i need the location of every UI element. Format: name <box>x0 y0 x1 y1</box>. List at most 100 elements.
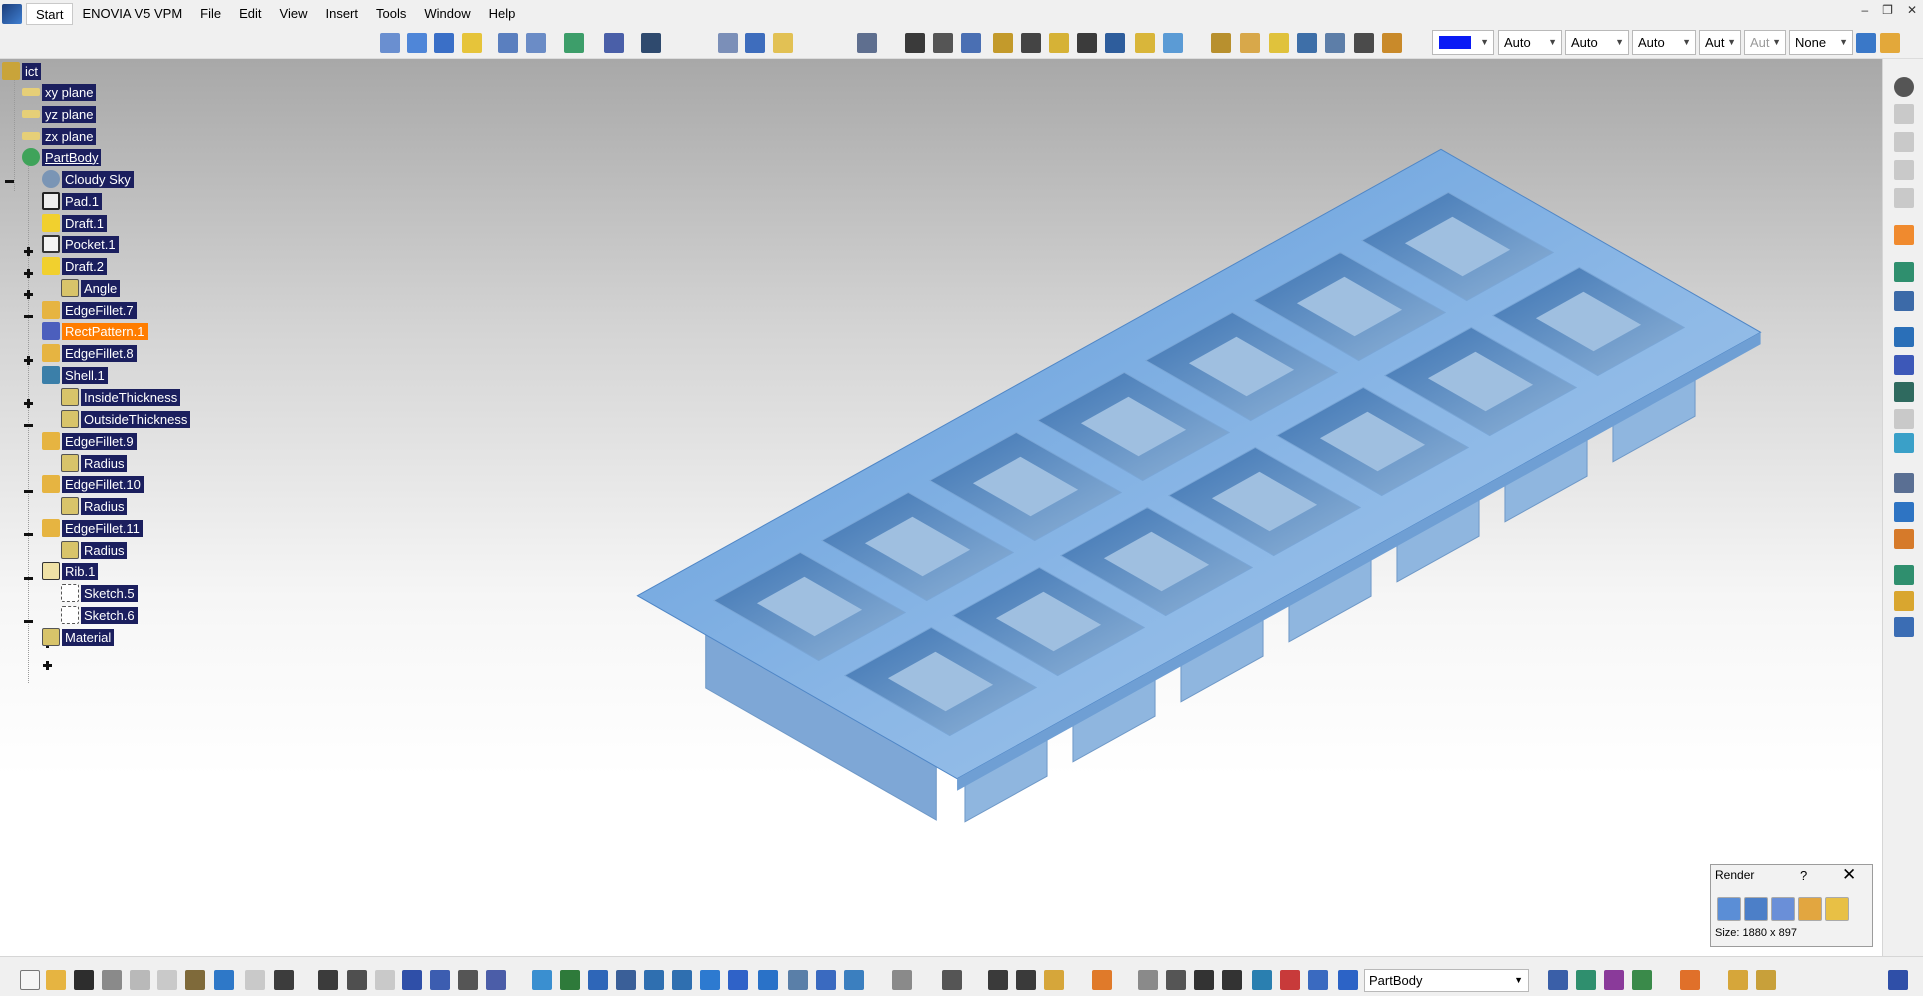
tree-item-xy-plane[interactable]: xy plane <box>22 82 97 102</box>
tree-item-edgefillet7[interactable]: EdgeFillet.7 <box>42 300 137 320</box>
mirror-icon[interactable] <box>1354 33 1374 53</box>
menu-tools[interactable]: Tools <box>367 3 415 25</box>
tree-expand-edgefillet8[interactable] <box>23 398 34 409</box>
fillet-tool-icon[interactable] <box>1211 33 1231 53</box>
paste-icon[interactable] <box>185 970 205 990</box>
whats-this-icon[interactable] <box>274 970 294 990</box>
tree-item-draft1[interactable]: Draft.1 <box>42 213 108 233</box>
tree-item-draft2[interactable]: Draft.2 <box>42 256 108 276</box>
color-select[interactable]: ▼ <box>1432 30 1494 55</box>
line-type-select[interactable]: Auto ▼ <box>1632 30 1696 55</box>
flag-note-icon[interactable] <box>1894 502 1914 522</box>
thickness-icon[interactable] <box>1325 33 1345 53</box>
tree-item-shell1[interactable]: Shell.1 <box>42 365 108 385</box>
refresh-icon[interactable] <box>1138 970 1158 990</box>
current-body-select[interactable]: PartBody ▼ <box>1364 969 1529 992</box>
save-image-icon[interactable] <box>1825 897 1849 921</box>
menu-insert[interactable]: Insert <box>316 3 367 25</box>
tree-item-zx-plane[interactable]: zx plane <box>22 126 97 146</box>
measure-between-icon[interactable] <box>988 970 1008 990</box>
menu-start[interactable]: Start <box>26 2 74 25</box>
material-library-icon[interactable] <box>1632 970 1652 990</box>
boolean-remove-icon[interactable] <box>1576 970 1596 990</box>
fly-mode-icon[interactable] <box>532 970 552 990</box>
apply-material-icon[interactable] <box>1382 33 1402 53</box>
help-button[interactable]: ? <box>1800 868 1807 883</box>
tree-item-insidethickness[interactable]: InsideThickness <box>61 387 181 407</box>
measure-item-icon[interactable] <box>1016 970 1036 990</box>
update-icon[interactable] <box>486 970 506 990</box>
extract-icon[interactable] <box>498 33 518 53</box>
tree-item-yz-plane[interactable]: yz plane <box>22 104 97 124</box>
paint-brush-icon[interactable] <box>1680 970 1700 990</box>
redo-icon[interactable] <box>245 970 265 990</box>
law-icon[interactable] <box>375 970 395 990</box>
properties-icon[interactable] <box>1880 33 1900 53</box>
catalog-icon[interactable] <box>430 970 450 990</box>
camera-icon[interactable] <box>1092 970 1112 990</box>
surface-icon[interactable] <box>462 33 482 53</box>
pattern-icon[interactable] <box>604 33 624 53</box>
measure-inertia-icon[interactable] <box>1044 970 1064 990</box>
axis-icon[interactable] <box>1194 970 1214 990</box>
groove-icon[interactable] <box>1021 33 1041 53</box>
tree-collapse-draft2[interactable] <box>23 311 34 322</box>
new-file-icon[interactable] <box>20 970 40 990</box>
tree-collapse-edgefillet9[interactable] <box>23 486 34 497</box>
hole-icon[interactable] <box>993 33 1013 53</box>
format-painter-icon[interactable] <box>1856 33 1876 53</box>
measure-icon[interactable] <box>1894 327 1914 347</box>
tree-expand-draft1[interactable] <box>23 268 34 279</box>
close-button[interactable]: ✕ <box>1842 865 1856 885</box>
multisection-icon[interactable] <box>1135 33 1155 53</box>
grid-icon[interactable] <box>1894 355 1914 375</box>
multi-view-icon[interactable] <box>728 970 748 990</box>
doc-icon[interactable] <box>1894 104 1914 124</box>
line-icon[interactable] <box>745 33 765 53</box>
tree-item-sketch5[interactable]: Sketch.5 <box>61 583 138 603</box>
tree-item-material[interactable]: Material <box>42 627 115 647</box>
normal-view-icon[interactable] <box>700 970 720 990</box>
render-scene-icon[interactable] <box>1771 897 1795 921</box>
rotate-icon[interactable] <box>616 970 636 990</box>
tree-item-cloudy-sky[interactable]: Cloudy Sky <box>42 169 134 189</box>
draft-tool-icon[interactable] <box>1269 33 1289 53</box>
restore-icon[interactable]: ❐ <box>1882 3 1893 17</box>
tree-item-radius[interactable]: Radius <box>61 496 128 516</box>
doc-icon[interactable] <box>1894 160 1914 180</box>
pocket-tool-icon[interactable] <box>933 33 953 53</box>
ref-point-icon[interactable] <box>718 33 738 53</box>
text-abc-icon[interactable] <box>1894 473 1914 493</box>
tree-item-edgefillet11[interactable]: EdgeFillet.11 <box>42 518 143 538</box>
pan-icon[interactable] <box>588 970 608 990</box>
render-style-icon[interactable] <box>1604 970 1624 990</box>
transform-icon[interactable] <box>564 33 584 53</box>
axis-system-icon[interactable] <box>641 33 661 53</box>
plane-tool-icon[interactable] <box>773 33 793 53</box>
shaft-icon[interactable] <box>961 33 981 53</box>
comment-icon[interactable] <box>347 970 367 990</box>
chamfer-icon[interactable] <box>1240 33 1260 53</box>
shell-tool-icon[interactable] <box>1297 33 1317 53</box>
tree-item-outsidethickness[interactable]: OutsideThickness <box>61 409 191 429</box>
tree-expand-edgefillet7[interactable] <box>23 355 34 366</box>
sketch-tool-icon[interactable] <box>857 33 877 53</box>
select-arrow-icon[interactable] <box>1894 225 1914 245</box>
shading-icon[interactable] <box>788 970 808 990</box>
undo-icon[interactable] <box>214 970 234 990</box>
ice-cube-tray-model[interactable] <box>0 59 1882 956</box>
spline-icon[interactable] <box>407 33 427 53</box>
analysis-icon[interactable] <box>1894 433 1914 453</box>
join-icon[interactable] <box>526 33 546 53</box>
close-icon[interactable]: ✕ <box>1907 3 1917 17</box>
point-icon[interactable] <box>380 33 400 53</box>
menu-enovia[interactable]: ENOVIA V5 VPM <box>73 3 191 25</box>
tree-item-angle[interactable]: Angle <box>61 278 121 298</box>
layers-icon[interactable] <box>1252 970 1272 990</box>
tree-root[interactable]: ict <box>2 61 41 81</box>
transparency-select[interactable]: Auto ▼ <box>1498 30 1562 55</box>
stiffener-icon[interactable] <box>1105 33 1125 53</box>
menu-edit[interactable]: Edit <box>230 3 270 25</box>
tree-item-edgefillet10[interactable]: EdgeFillet.10 <box>42 474 144 494</box>
tree-item-edgefillet8[interactable]: EdgeFillet.8 <box>42 343 137 363</box>
